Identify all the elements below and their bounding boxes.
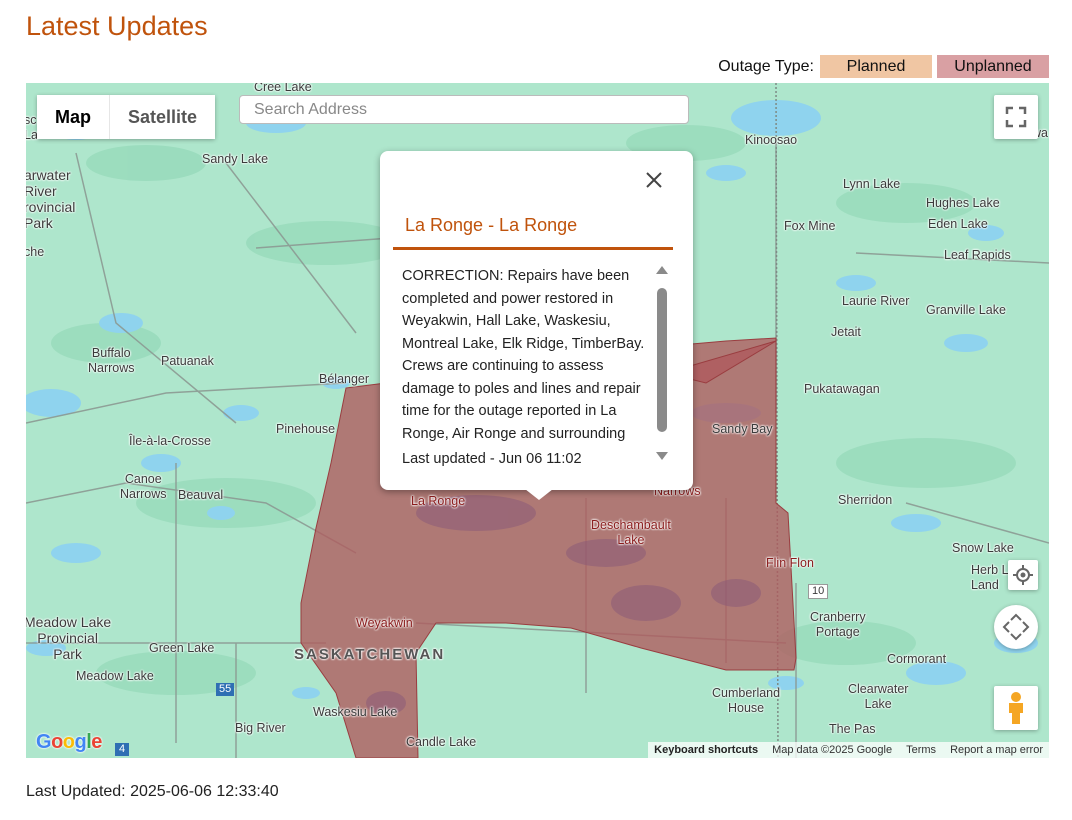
place-label: Jetait bbox=[831, 325, 861, 339]
place-label: Laurie River bbox=[842, 294, 910, 308]
place-label: The Pas bbox=[829, 722, 876, 736]
province-label: SASKATCHEWAN bbox=[294, 646, 446, 663]
popup-divider bbox=[393, 247, 673, 250]
legend-label: Outage Type: bbox=[718, 57, 814, 75]
place-label: Leaf Rapids bbox=[944, 248, 1011, 262]
place-label: Waskesiu Lake bbox=[313, 705, 398, 719]
map-type-map-button[interactable]: Map bbox=[37, 95, 109, 139]
place-label: Cranberry Portage bbox=[810, 610, 866, 639]
place-label: Kinoosao bbox=[745, 133, 798, 147]
popup-scrollbar[interactable] bbox=[657, 288, 667, 432]
pan-arrows-icon bbox=[1002, 613, 1030, 641]
location-target-icon bbox=[1013, 565, 1033, 585]
place-label: Île-à-la-Crosse bbox=[129, 434, 211, 448]
street-view-button[interactable] bbox=[994, 686, 1038, 730]
place-label: che bbox=[26, 245, 45, 259]
scroll-down-arrow[interactable] bbox=[656, 452, 668, 460]
place-label: Sandy Lake bbox=[202, 152, 269, 166]
outage-map[interactable]: Cree Lake sc La Sandy Lake arwater River… bbox=[26, 83, 1049, 758]
place-label: Deschambault Lake bbox=[591, 518, 671, 547]
highway-label: 55 bbox=[216, 683, 235, 696]
fullscreen-icon bbox=[1005, 106, 1027, 128]
fullscreen-button[interactable] bbox=[994, 95, 1038, 139]
popup-last-updated: Last updated - Jun 06 11:02 bbox=[402, 451, 582, 467]
place-label: Fox Mine bbox=[784, 219, 836, 233]
place-label: Candle Lake bbox=[406, 735, 477, 749]
map-type-satellite-button[interactable]: Satellite bbox=[109, 95, 216, 139]
place-label: Big River bbox=[235, 721, 286, 735]
place-label: Lynn Lake bbox=[843, 177, 901, 191]
place-label: Patuanak bbox=[161, 354, 214, 368]
place-label: Meadow Lake bbox=[76, 669, 154, 683]
place-label: Snow Lake bbox=[952, 541, 1014, 555]
report-map-error-link[interactable]: Report a map error bbox=[950, 744, 1043, 756]
search-address-input[interactable] bbox=[239, 95, 689, 124]
page-title: Latest Updates bbox=[26, 11, 208, 41]
place-label: Clearwater Lake bbox=[848, 682, 909, 711]
google-logo: Google bbox=[36, 731, 102, 753]
place-label: Buffalo Narrows bbox=[88, 346, 135, 375]
legend-planned: Planned bbox=[820, 55, 932, 78]
place-label: La Ronge bbox=[411, 494, 466, 508]
legend-unplanned: Unplanned bbox=[937, 55, 1049, 78]
place-label: Cormorant bbox=[887, 652, 947, 666]
map-attribution: Keyboard shortcuts Map data ©2025 Google… bbox=[648, 742, 1049, 758]
place-label: Pukatawagan bbox=[804, 382, 880, 396]
outage-info-popup: La Ronge - La Ronge CORRECTION: Repairs … bbox=[380, 151, 693, 500]
place-label: Hughes Lake bbox=[926, 196, 1000, 210]
map-type-toggle: Map Satellite bbox=[37, 95, 216, 139]
close-icon bbox=[646, 172, 662, 188]
outage-type-legend: Outage Type: Planned Unplanned bbox=[718, 55, 1049, 78]
popup-title: La Ronge - La Ronge bbox=[405, 215, 578, 235]
place-label: Granville Lake bbox=[926, 303, 1006, 317]
scroll-up-arrow[interactable] bbox=[656, 266, 668, 274]
place-label: Sherridon bbox=[838, 493, 893, 507]
map-data-text: Map data ©2025 Google bbox=[772, 744, 893, 756]
place-label: Flin Flon bbox=[766, 556, 814, 570]
footer-last-updated: Last Updated: 2025-06-06 12:33:40 bbox=[26, 783, 279, 800]
my-location-button[interactable] bbox=[1008, 560, 1038, 590]
highway-label: 4 bbox=[115, 743, 130, 756]
place-label: arwater River rovincial Park bbox=[26, 167, 76, 231]
popup-close-button[interactable] bbox=[641, 167, 667, 193]
highway-label: 10 bbox=[808, 584, 829, 599]
place-label: Herb L Land bbox=[971, 563, 1009, 592]
place-label: Eden Lake bbox=[928, 217, 988, 231]
place-label: Pinehouse bbox=[276, 422, 336, 436]
keyboard-shortcuts-link[interactable]: Keyboard shortcuts bbox=[654, 744, 758, 756]
place-label: Beauval bbox=[178, 488, 224, 502]
popup-description[interactable]: CORRECTION: Repairs have been completed … bbox=[402, 265, 654, 441]
pan-control-button[interactable] bbox=[994, 605, 1038, 649]
pegman-icon bbox=[1009, 692, 1023, 724]
place-label: Bélanger bbox=[319, 372, 370, 386]
place-label: Cumberland House bbox=[712, 686, 781, 715]
place-label: Meadow Lake Provincial Park bbox=[26, 614, 112, 662]
terms-link[interactable]: Terms bbox=[906, 744, 936, 756]
place-label: Green Lake bbox=[149, 641, 215, 655]
place-label: Sandy Bay bbox=[712, 422, 773, 436]
place-label: Canoe Narrows bbox=[120, 472, 167, 501]
place-label: Weyakwin bbox=[356, 616, 413, 630]
place-label: Cree Lake bbox=[254, 83, 312, 94]
